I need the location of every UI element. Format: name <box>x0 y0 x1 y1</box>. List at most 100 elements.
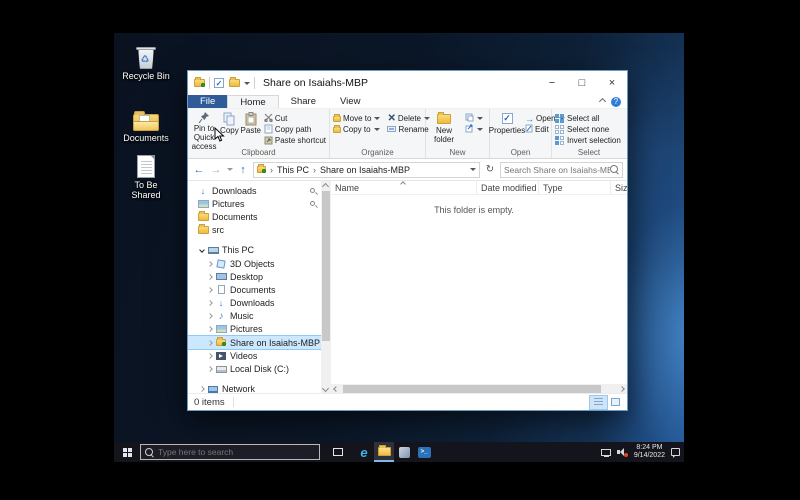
collapse-ribbon-icon[interactable] <box>599 98 606 105</box>
sidebar-scrollbar[interactable] <box>321 181 331 394</box>
maximize-button[interactable]: □ <box>567 71 597 95</box>
close-button[interactable]: × <box>597 71 627 95</box>
select-all-button[interactable]: Select all <box>553 113 623 124</box>
powershell-button[interactable]: >_ <box>414 442 434 462</box>
copy-button[interactable]: Copy <box>219 111 240 147</box>
scroll-up-icon[interactable] <box>322 183 329 190</box>
chevron-right-icon[interactable] <box>205 275 214 279</box>
recent-locations-icon[interactable] <box>227 168 233 171</box>
tab-share[interactable]: Share <box>279 95 328 108</box>
rename-button[interactable]: Rename <box>385 124 432 135</box>
minimize-button[interactable]: − <box>537 71 567 95</box>
breadcrumb[interactable]: › This PC › Share on Isaiahs-MBP <box>253 162 480 178</box>
cut-button[interactable]: Cut <box>262 113 328 124</box>
select-none-button[interactable]: Select none <box>553 124 623 135</box>
app-button[interactable] <box>394 442 414 462</box>
taskbar-search-input[interactable] <box>158 447 315 457</box>
sidebar-item-downloads-quick[interactable]: ↓ Downloads <box>188 184 321 197</box>
sidebar-item-pictures[interactable]: Pictures <box>188 323 321 336</box>
desktop-icon-to-be-shared[interactable]: To Be Shared <box>120 146 172 200</box>
clock-date: 9/14/2022 <box>634 452 665 460</box>
breadcrumb-this-pc[interactable]: This PC <box>277 165 309 175</box>
column-header-type[interactable]: Type <box>539 181 611 194</box>
up-button[interactable]: ↑ <box>236 164 250 176</box>
pin-to-quick-access-button[interactable]: Pin to Quick access <box>189 111 219 147</box>
volume-muted-icon[interactable] <box>617 448 628 457</box>
start-button[interactable] <box>114 442 140 462</box>
chevron-right-icon[interactable] <box>205 354 214 358</box>
network-tray-icon[interactable] <box>601 449 611 456</box>
qat-new-folder-icon[interactable] <box>229 79 240 87</box>
chevron-right-icon[interactable] <box>205 288 214 292</box>
chevron-right-icon[interactable] <box>205 314 214 318</box>
action-center-icon[interactable] <box>671 448 680 456</box>
scroll-right-icon[interactable] <box>619 386 625 392</box>
easy-access-button[interactable] <box>463 124 485 135</box>
sidebar-item-this-pc[interactable]: This PC <box>188 244 321 257</box>
file-explorer-button[interactable] <box>374 442 394 462</box>
sidebar-item-documents-quick[interactable]: Documents <box>188 210 321 223</box>
invert-selection-button[interactable]: Invert selection <box>553 135 623 146</box>
copy-path-button[interactable]: Copy path <box>262 124 328 135</box>
explorer-search-box[interactable] <box>500 162 623 178</box>
new-folder-button[interactable]: New folder <box>427 111 461 147</box>
task-view-button[interactable] <box>328 442 348 462</box>
sidebar-item-documents[interactable]: Documents <box>188 283 321 296</box>
new-item-button[interactable] <box>463 113 485 124</box>
desktop-icon-recycle-bin[interactable]: ♺ Recycle Bin <box>120 37 172 81</box>
tab-home[interactable]: Home <box>227 95 278 108</box>
refresh-button[interactable]: ↻ <box>483 164 497 175</box>
sidebar-item-pictures-quick[interactable]: Pictures <box>188 197 321 210</box>
help-icon[interactable]: ? <box>611 97 621 107</box>
chevron-right-icon[interactable] <box>205 367 214 371</box>
sidebar-item-desktop[interactable]: Desktop <box>188 270 321 283</box>
chevron-right-icon[interactable] <box>205 327 214 331</box>
taskbar-search-box[interactable] <box>140 444 320 460</box>
paste-button[interactable]: Paste <box>240 111 262 147</box>
column-header-size[interactable]: Size <box>611 181 627 194</box>
ribbon-group-open: ✓ Properties → Open Edit <box>490 109 552 158</box>
paste-shortcut-button[interactable]: Paste shortcut <box>262 135 328 146</box>
desktop-icon-documents[interactable]: Documents <box>120 99 172 143</box>
scrollbar-thumb[interactable] <box>343 385 601 393</box>
divider <box>209 77 210 89</box>
qat-properties-icon[interactable]: ✓ <box>214 78 224 88</box>
sidebar-item-music[interactable]: ♪ Music <box>188 310 321 323</box>
chevron-right-icon[interactable] <box>205 301 214 305</box>
chevron-right-icon[interactable] <box>197 387 206 391</box>
sidebar-item-videos[interactable]: Videos <box>188 349 321 362</box>
move-to-label: Move to <box>343 114 371 123</box>
internet-explorer-button[interactable]: e <box>354 442 374 462</box>
file-list-area[interactable]: Name Date modified Type Size Th <box>331 181 627 394</box>
explorer-search-input[interactable] <box>504 165 610 175</box>
delete-button[interactable]: ✕ Delete <box>385 113 432 124</box>
properties-button[interactable]: ✓ Properties <box>491 111 523 147</box>
address-dropdown-icon[interactable] <box>470 168 476 171</box>
large-icons-view-button[interactable] <box>607 396 624 409</box>
details-view-button[interactable] <box>590 396 607 409</box>
chevron-right-icon[interactable] <box>205 262 214 266</box>
sidebar-item-downloads[interactable]: ↓ Downloads <box>188 297 321 310</box>
copy-path-label: Copy path <box>275 125 311 134</box>
move-to-button[interactable]: Move to <box>331 113 382 124</box>
chevron-down-icon[interactable] <box>197 248 206 252</box>
taskbar-clock[interactable]: 8:24 PM 9/14/2022 <box>634 444 665 460</box>
sidebar-item-local-disk-c[interactable]: Local Disk (C:) <box>188 362 321 375</box>
forward-button[interactable]: → <box>209 164 223 176</box>
scroll-down-icon[interactable] <box>322 385 329 392</box>
tab-file[interactable]: File <box>188 95 227 108</box>
copy-to-button[interactable]: Copy to <box>331 124 382 135</box>
title-bar[interactable]: ✓ Share on Isaiahs-MBP − □ × <box>188 71 627 95</box>
sidebar-item-src-quick[interactable]: src <box>188 224 321 237</box>
breadcrumb-current[interactable]: Share on Isaiahs-MBP <box>320 165 410 175</box>
scrollbar-thumb[interactable] <box>322 191 330 341</box>
scroll-left-icon[interactable] <box>333 386 339 392</box>
sidebar-item-3d-objects[interactable]: 3D Objects <box>188 257 321 270</box>
column-header-name[interactable]: Name <box>331 181 477 194</box>
tab-view[interactable]: View <box>328 95 372 108</box>
back-button[interactable]: ← <box>192 164 206 176</box>
qat-dropdown-icon[interactable] <box>244 82 250 85</box>
chevron-right-icon[interactable] <box>205 341 214 345</box>
sidebar-item-share-on-isaiahs-mbp[interactable]: Share on Isaiahs-MBP <box>188 336 321 349</box>
column-header-date-modified[interactable]: Date modified <box>477 181 539 194</box>
